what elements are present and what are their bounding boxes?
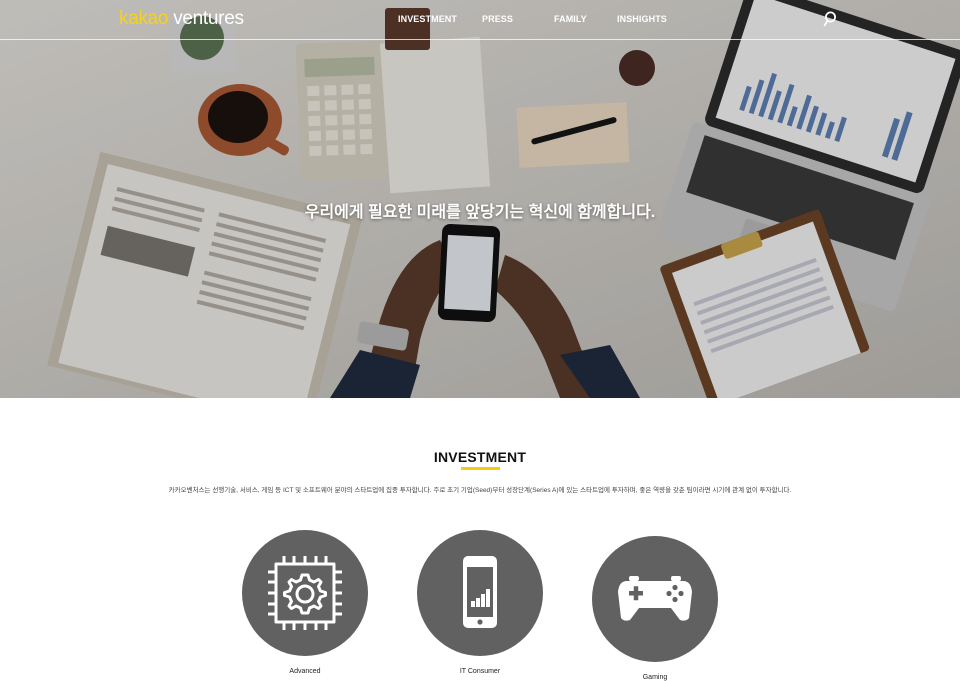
search-icon: [823, 11, 836, 27]
search-button[interactable]: [822, 10, 838, 28]
nav-press[interactable]: PRESS: [482, 14, 513, 24]
nav-insights[interactable]: INSHIGHTS: [617, 14, 667, 24]
category-it-consumer-label: IT Consumer: [459, 668, 501, 675]
gamepad-icon: [618, 576, 692, 621]
chip-gear-icon: [268, 556, 342, 630]
title-underline: [461, 467, 500, 470]
hero-banner: kakao ventures INVESTMENT PRESS FAMILY I…: [0, 0, 960, 398]
category-gaming[interactable]: [592, 536, 718, 662]
logo-kakao-text: kakao: [119, 8, 169, 29]
logo-ventures-text: ventures: [173, 8, 244, 29]
smartphone-icon: [463, 556, 497, 628]
top-navbar: kakao ventures INVESTMENT PRESS FAMILY I…: [0, 0, 960, 40]
category-advanced-label: Advanced: [289, 668, 321, 675]
category-it-consumer[interactable]: [417, 530, 543, 656]
nav-family[interactable]: FAMILY: [554, 14, 587, 24]
investment-title: INVESTMENT: [433, 449, 527, 465]
category-advanced[interactable]: [242, 530, 368, 656]
hero-slogan: 우리에게 필요한 미래를 앞당기는 혁신에 함께합니다.: [304, 204, 656, 221]
nav-investment[interactable]: INVESTMENT: [398, 14, 457, 24]
investment-description: 카카오벤처스는 선행기술, 서비스, 게임 등 ICT 및 소프트웨어 분야의 …: [168, 487, 792, 494]
kakao-ventures-logo[interactable]: kakao ventures: [119, 8, 244, 30]
